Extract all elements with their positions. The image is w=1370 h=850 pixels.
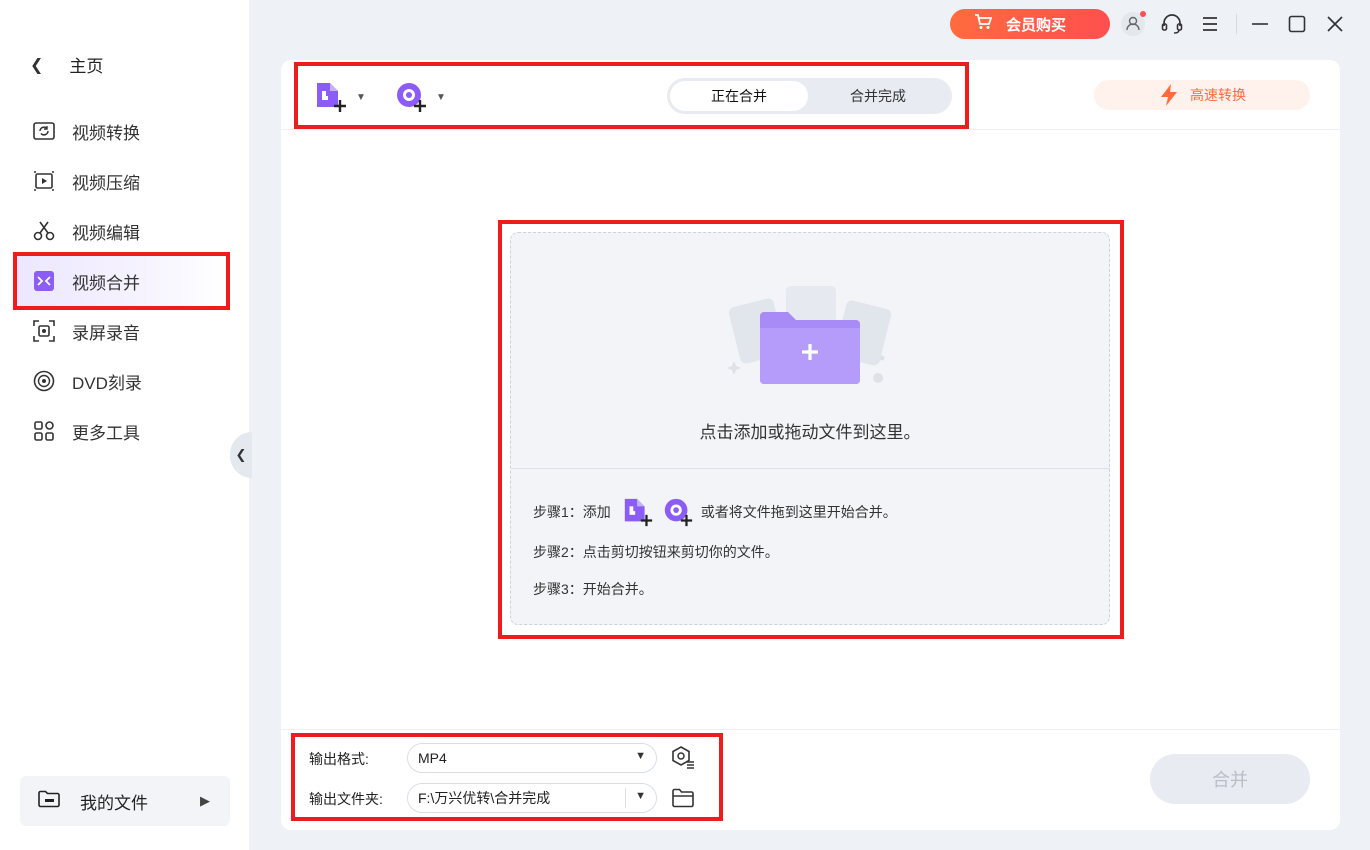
sidebar-item-label: 视频压缩: [72, 173, 140, 193]
minimize-button[interactable]: [1246, 10, 1274, 38]
sidebar: ❮ 主页 视频转换 视频压缩 视频编辑 视频合并 录屏录音 DVD刻录 更多工具…: [0, 0, 249, 850]
add-file-icon: [317, 83, 346, 112]
close-button[interactable]: [1321, 10, 1349, 38]
add-dvd-button[interactable]: ▼: [394, 80, 446, 114]
caret-down-icon: ▼: [356, 91, 366, 103]
close-icon: [1327, 16, 1343, 32]
fast-convert-button[interactable]: 高速转换: [1094, 80, 1310, 110]
add-disc-icon[interactable]: [661, 496, 695, 528]
output-folder-label: 输出文件夹:: [309, 791, 383, 807]
tab-merging[interactable]: 正在合并: [670, 81, 808, 111]
sidebar-item-label: 更多工具: [72, 423, 140, 443]
step-1-prefix: 步骤1：添加: [533, 504, 611, 520]
sidebar-nav: 视频转换 视频压缩 视频编辑 视频合并 录屏录音 DVD刻录 更多工具: [14, 106, 228, 456]
folder-icon: [672, 788, 694, 808]
scissors-icon: [32, 219, 56, 243]
hamburger-icon: [1203, 17, 1217, 31]
folder-icon: [38, 790, 60, 813]
chevron-down-icon: ▼: [635, 750, 646, 762]
chevron-down-icon: ▼: [635, 790, 646, 802]
sidebar-item-screen-record[interactable]: 录屏录音: [14, 306, 228, 356]
sidebar-item-label: 视频合并: [72, 273, 140, 293]
sidebar-item-dvd-burn[interactable]: DVD刻录: [14, 356, 228, 406]
drop-hint: 点击添加或拖动文件到这里。: [699, 423, 921, 442]
output-format-value: MP4: [418, 750, 447, 766]
sidebar-item-video-convert[interactable]: 视频转换: [14, 106, 228, 156]
add-disc-icon: [397, 83, 426, 112]
sidebar-item-video-compress[interactable]: 视频压缩: [14, 156, 228, 206]
sidebar-item-video-merge[interactable]: 视频合并: [14, 256, 228, 306]
grid-icon: [32, 419, 56, 443]
my-files-label: 我的文件: [80, 793, 148, 813]
video-compress-icon: [32, 169, 56, 193]
user-icon: [1121, 11, 1146, 36]
merge-button[interactable]: 合并: [1150, 754, 1310, 804]
fast-convert-label: 高速转换: [1190, 87, 1246, 103]
sidebar-item-label: 录屏录音: [72, 323, 140, 343]
step-1: 步骤1：添加 或者将文件拖到这里开始合并。: [533, 496, 897, 528]
merge-status-tabs: 正在合并 合并完成: [667, 78, 952, 114]
step-2: 步骤2：点击剪切按钮来剪切你的文件。: [533, 544, 779, 560]
add-files-button[interactable]: ▼: [314, 80, 366, 114]
home-link[interactable]: ❮ 主页: [30, 52, 103, 77]
add-folder-illustration: [727, 286, 892, 384]
add-file-icon[interactable]: [621, 496, 655, 528]
output-folder-value: F:\万兴优转\合并完成: [418, 790, 551, 806]
maximize-button[interactable]: [1283, 10, 1311, 38]
tab-merged[interactable]: 合并完成: [809, 81, 947, 111]
support-button[interactable]: [1158, 10, 1186, 38]
lightning-icon: [1161, 84, 1177, 106]
sidebar-item-label: 视频编辑: [72, 223, 140, 243]
output-folder-select[interactable]: F:\万兴优转\合并完成 ▼: [407, 783, 657, 813]
step-3: 步骤3：开始合并。: [533, 581, 653, 597]
drop-zone-divider: [510, 468, 1110, 469]
chevron-left-icon: ❮: [30, 56, 44, 74]
step-1-suffix: 或者将文件拖到这里开始合并。: [700, 504, 897, 520]
chevron-right-icon: ▶: [200, 793, 210, 808]
home-label: 主页: [69, 57, 104, 76]
vip-label: 会员购买: [1006, 16, 1067, 34]
screen-record-icon: [32, 319, 56, 343]
sidebar-item-video-edit[interactable]: 视频编辑: [14, 206, 228, 256]
bottom-divider: [281, 729, 1340, 730]
video-merge-icon: [32, 269, 56, 293]
sidebar-item-more-tools[interactable]: 更多工具: [14, 406, 228, 456]
video-convert-icon: [32, 119, 56, 143]
disc-icon: [32, 369, 56, 393]
toolbar-divider: [281, 129, 1340, 130]
caret-down-icon: ▼: [436, 91, 446, 103]
maximize-icon: [1288, 15, 1306, 33]
titlebar-divider: [1236, 14, 1237, 34]
my-files-button[interactable]: 我的文件 ▶: [20, 776, 230, 826]
menu-button[interactable]: [1196, 10, 1224, 38]
output-format-select[interactable]: MP4 ▼: [407, 743, 657, 773]
vip-purchase-button[interactable]: 会员购买: [950, 9, 1110, 39]
select-divider: [625, 788, 626, 808]
user-account-button[interactable]: [1119, 10, 1147, 38]
settings-icon: [672, 746, 694, 769]
minimize-icon: [1252, 23, 1268, 25]
headset-icon: [1161, 14, 1183, 34]
sidebar-item-label: 视频转换: [72, 123, 140, 143]
open-folder-button[interactable]: [670, 785, 696, 811]
output-format-label: 输出格式:: [309, 751, 369, 767]
cart-icon: [974, 14, 993, 34]
format-settings-button[interactable]: [670, 745, 696, 771]
chevron-left-icon: ❮: [235, 447, 247, 462]
sidebar-item-label: DVD刻录: [72, 373, 142, 393]
